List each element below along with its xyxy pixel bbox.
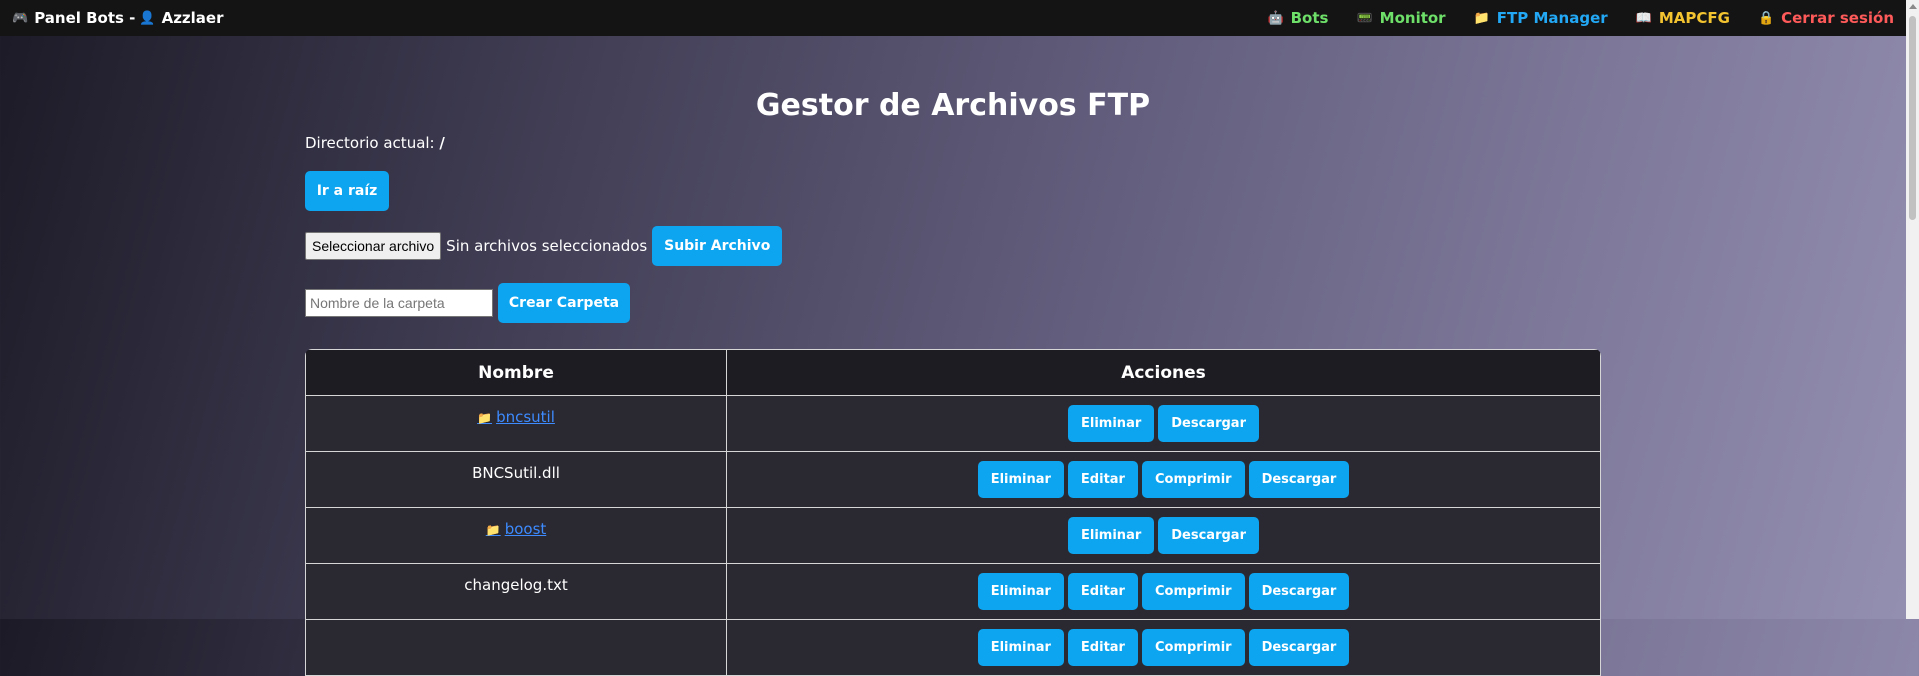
book-icon: 📖 bbox=[1635, 10, 1652, 26]
table-row: 📁 boost Eliminar Descargar bbox=[305, 507, 1601, 564]
nav-link-ftp-manager[interactable]: 📁 FTP Manager bbox=[1474, 9, 1608, 27]
table-header-row: Nombre Acciones bbox=[305, 349, 1601, 396]
files-table-container: Nombre Acciones 📁 bncsutil Eliminar Descarg… bbox=[305, 349, 1601, 676]
robot-icon: 🤖 bbox=[1267, 10, 1284, 26]
user-name: Azzlaer bbox=[161, 9, 224, 27]
actions-cell: Eliminar Editar Comprimir Descargar bbox=[726, 619, 1601, 676]
eliminar-button[interactable]: Eliminar bbox=[977, 629, 1064, 666]
folder-icon: 📁 bbox=[485, 523, 501, 537]
current-directory: Directorio actual: / bbox=[305, 134, 445, 152]
nav-link-bots[interactable]: 🤖 Bots bbox=[1267, 9, 1328, 27]
descargar-button[interactable]: Descargar bbox=[1158, 405, 1259, 442]
choose-file-button[interactable]: Seleccionar archivo bbox=[305, 232, 442, 260]
nav-link-monitor[interactable]: 📟 Monitor bbox=[1356, 9, 1445, 27]
folder-icon: 📁 bbox=[477, 411, 493, 425]
nav-link-label: Cerrar sesión bbox=[1781, 9, 1894, 27]
comprimir-button[interactable]: Comprimir bbox=[1141, 573, 1245, 610]
gamepad-icon: 🎮 bbox=[12, 10, 29, 26]
column-header-actions: Acciones bbox=[726, 349, 1601, 396]
descargar-button[interactable]: Descargar bbox=[1248, 629, 1350, 666]
folder-name: bncsutil bbox=[496, 408, 555, 426]
page-title: Gestor de Archivos FTP bbox=[755, 88, 1151, 123]
nav-link-label: MAPCFG bbox=[1658, 9, 1730, 27]
brand-title: Panel Bots - bbox=[34, 9, 136, 27]
page-scrollbar[interactable] bbox=[1906, 0, 1919, 619]
top-navbar: 🎮 Panel Bots - 👤 Azzlaer 🤖 Bots 📟 Monito… bbox=[0, 0, 1906, 36]
nav-links: 🤖 Bots 📟 Monitor 📁 FTP Manager 📖 MAPCFG … bbox=[1239, 9, 1906, 27]
eliminar-button[interactable]: Eliminar bbox=[1068, 517, 1155, 554]
comprimir-button[interactable]: Comprimir bbox=[1141, 461, 1245, 498]
create-folder-button[interactable]: Crear Carpeta bbox=[498, 283, 630, 323]
scroll-up-arrow-icon[interactable] bbox=[1909, 4, 1917, 9]
nav-link-label: Monitor bbox=[1379, 9, 1446, 27]
actions-cell: Eliminar Descargar bbox=[726, 507, 1601, 564]
files-table: Nombre Acciones 📁 bncsutil Eliminar Descarg… bbox=[305, 349, 1601, 676]
file-name: changelog.txt bbox=[464, 576, 568, 594]
no-file-status: Sin archivos seleccionados bbox=[446, 237, 648, 255]
file-name-cell: BNCSutil.dll bbox=[305, 451, 727, 508]
current-directory-value: / bbox=[439, 134, 445, 152]
folder-link[interactable]: 📁 bncsutil bbox=[477, 408, 555, 426]
brand: 🎮 Panel Bots - 👤 Azzlaer bbox=[0, 9, 224, 27]
table-row: Eliminar Editar Comprimir Descargar bbox=[305, 619, 1601, 676]
file-name: BNCSutil.dll bbox=[472, 464, 560, 482]
file-name-cell: 📁 bncsutil bbox=[305, 395, 727, 452]
create-folder-form: Crear Carpeta bbox=[305, 283, 630, 323]
user-icon: 👤 bbox=[139, 10, 156, 26]
descargar-button[interactable]: Descargar bbox=[1248, 461, 1350, 498]
folder-icon: 📁 bbox=[1473, 10, 1490, 26]
pager-icon: 📟 bbox=[1356, 10, 1373, 26]
descargar-button[interactable]: Descargar bbox=[1158, 517, 1259, 554]
eliminar-button[interactable]: Eliminar bbox=[977, 461, 1064, 498]
table-row: changelog.txt Eliminar Editar Comprimir Desc… bbox=[305, 563, 1601, 620]
current-directory-label: Directorio actual: bbox=[305, 134, 435, 152]
go-root-button[interactable]: Ir a raíz bbox=[305, 171, 389, 211]
actions-cell: Eliminar Descargar bbox=[726, 395, 1601, 452]
comprimir-button[interactable]: Comprimir bbox=[1141, 629, 1245, 666]
table-row: BNCSutil.dll Eliminar Editar Comprimir Desca… bbox=[305, 451, 1601, 508]
nav-link-mapcfg[interactable]: 📖 MAPCFG bbox=[1636, 9, 1730, 27]
editar-button[interactable]: Editar bbox=[1067, 629, 1138, 666]
table-row: 📁 bncsutil Eliminar Descargar bbox=[305, 395, 1601, 452]
actions-cell: Eliminar Editar Comprimir Descargar bbox=[726, 563, 1601, 620]
file-name-cell: 📁 boost bbox=[305, 507, 727, 564]
descargar-button[interactable]: Descargar bbox=[1248, 573, 1350, 610]
upload-form: Seleccionar archivo Sin archivos selecci… bbox=[305, 226, 783, 266]
folder-name: boost bbox=[504, 520, 547, 538]
actions-cell: Eliminar Editar Comprimir Descargar bbox=[726, 451, 1601, 508]
file-name-cell bbox=[305, 619, 727, 676]
file-name-cell: changelog.txt bbox=[305, 563, 727, 620]
editar-button[interactable]: Editar bbox=[1067, 461, 1138, 498]
eliminar-button[interactable]: Eliminar bbox=[1068, 405, 1155, 442]
scrollbar-thumb[interactable] bbox=[1909, 16, 1916, 220]
nav-link-logout[interactable]: 🔒 Cerrar sesión bbox=[1758, 9, 1894, 27]
nav-link-label: FTP Manager bbox=[1496, 9, 1608, 27]
column-header-name: Nombre bbox=[305, 349, 727, 396]
folder-link[interactable]: 📁 boost bbox=[486, 520, 547, 538]
editar-button[interactable]: Editar bbox=[1067, 573, 1138, 610]
eliminar-button[interactable]: Eliminar bbox=[977, 573, 1064, 610]
nav-link-label: Bots bbox=[1290, 9, 1329, 27]
lock-icon: 🔒 bbox=[1757, 10, 1775, 26]
upload-file-button[interactable]: Subir Archivo bbox=[652, 226, 783, 266]
folder-name-input[interactable] bbox=[305, 289, 493, 317]
